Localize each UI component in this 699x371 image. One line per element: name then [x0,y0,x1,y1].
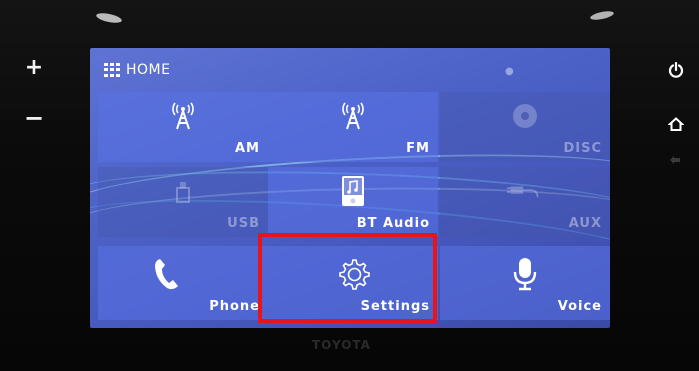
radio-tower-icon [335,98,371,134]
back-button[interactable] [664,152,688,172]
tile-label: AUX [568,216,602,231]
tile-label: BT Audio [356,216,430,231]
tile-label: AM [235,141,260,156]
tile-aux[interactable]: AUX [440,167,610,237]
radio-tower-icon [165,98,201,134]
tile-label: Voice [557,299,602,314]
microphone-icon [507,256,543,292]
brand-logo: TOYOTA [312,338,371,352]
home-menu-button[interactable]: HOME [104,62,170,78]
status-bar: HOME ● [90,48,610,90]
power-button[interactable] [664,58,688,82]
power-icon [668,62,684,78]
tile-label: USB [227,216,260,231]
tile-am[interactable]: AM [98,92,268,162]
phone-icon [148,256,184,292]
screen-title: HOME [126,62,171,78]
tile-label: FM [406,141,430,156]
home-button[interactable] [664,112,688,136]
tile-bt-audio[interactable]: BT Audio [268,167,438,237]
volume-up-button[interactable]: + [22,55,46,80]
home-icon [668,117,684,131]
aux-cable-icon [507,173,543,209]
tile-phone[interactable]: Phone [98,246,268,320]
disc-icon [507,98,543,134]
tile-usb[interactable]: USB [98,167,268,237]
tile-label: DISC [563,141,602,156]
settings-highlight-box [258,233,437,323]
tile-fm[interactable]: FM [268,92,438,162]
tile-disc[interactable]: DISC [440,92,610,162]
tile-label: Phone [209,299,260,314]
grid-menu-icon [104,63,120,77]
back-arrow-icon [670,156,680,164]
volume-down-button[interactable]: − [22,104,46,132]
tile-voice[interactable]: Voice [440,246,610,320]
music-file-icon [335,173,371,209]
bluetooth-icon: ● [505,66,514,77]
usb-icon [165,173,201,209]
